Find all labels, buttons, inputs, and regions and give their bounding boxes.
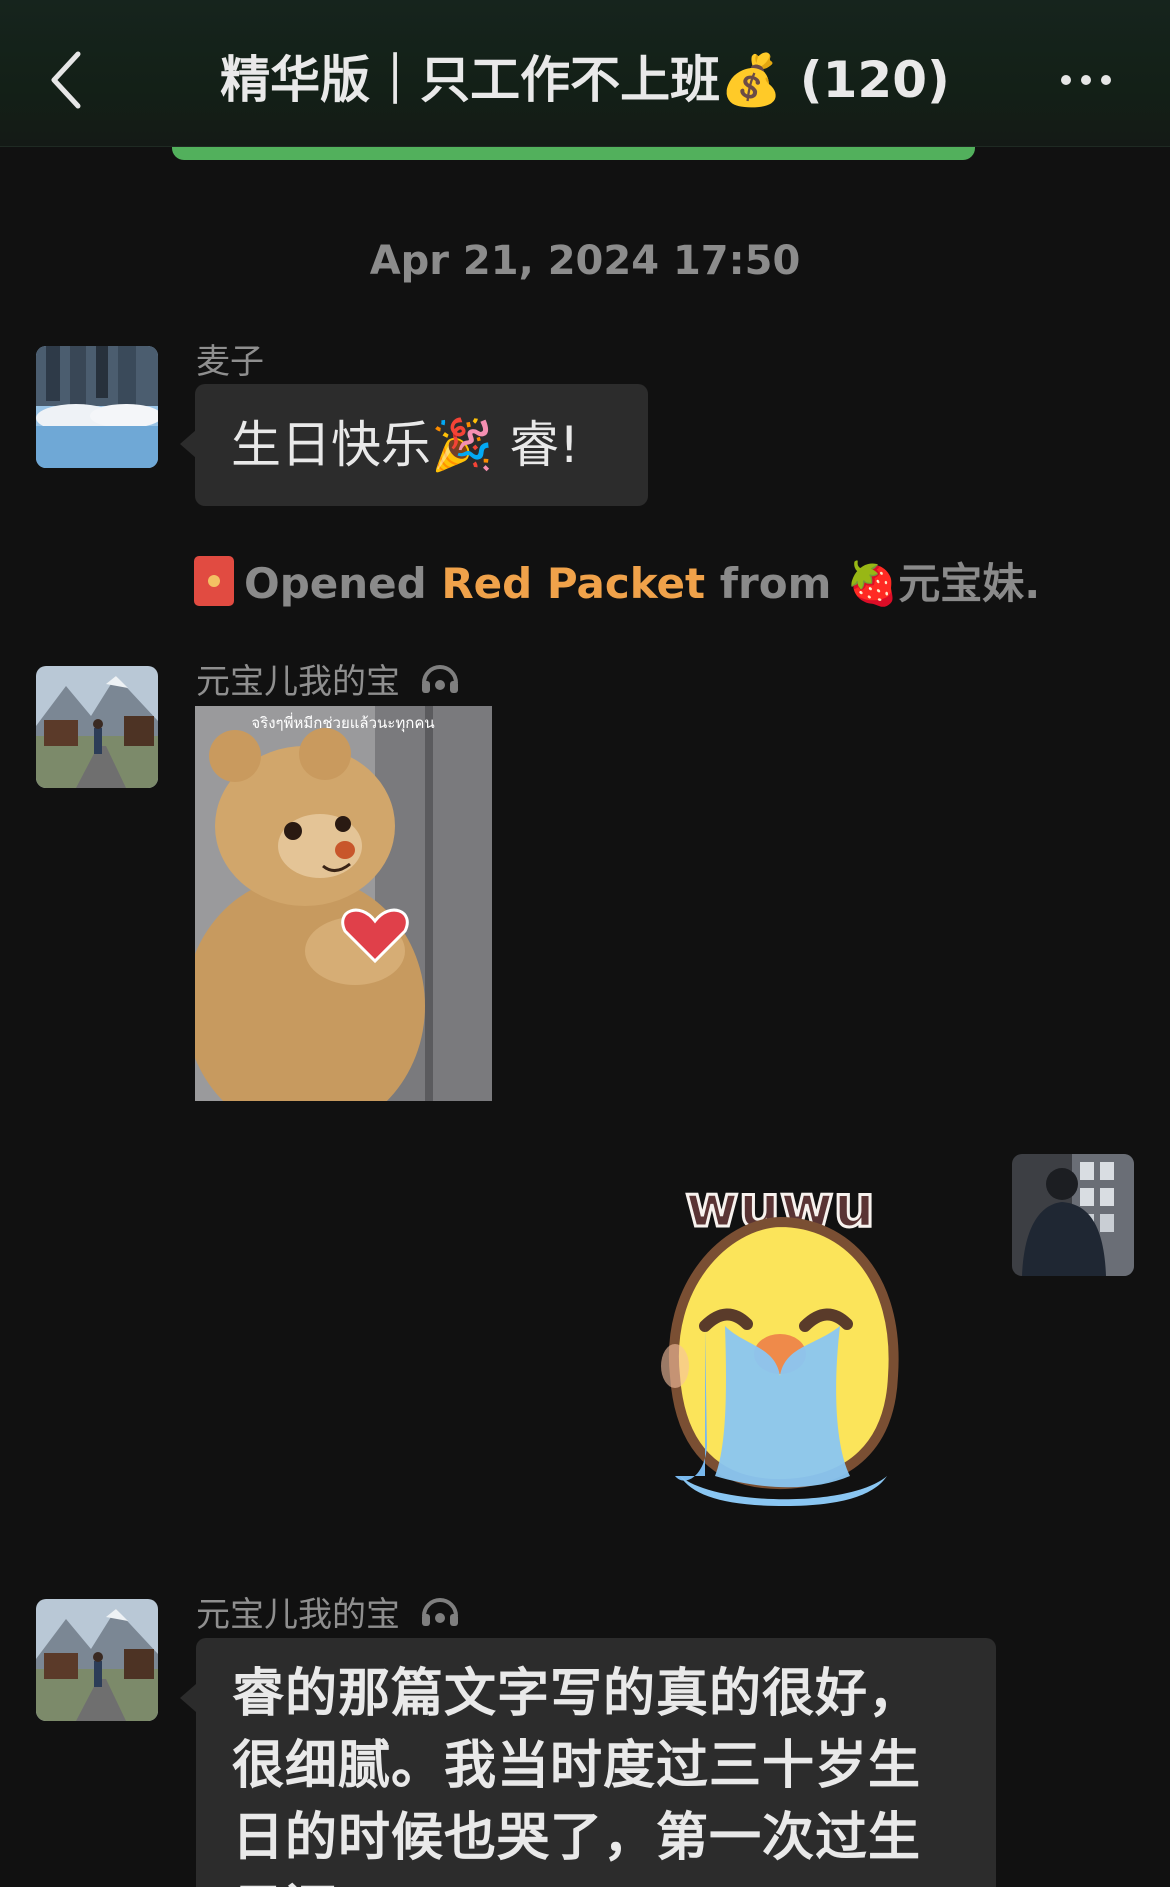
red-packet-notice: Opened Red Packet from 🍓元宝妹. <box>194 550 1040 611</box>
avatar[interactable] <box>36 346 158 468</box>
message-bubble[interactable]: 睿的那篇文字写的真的很好，很细腻。我当时度过三十岁生日的时候也哭了，第一次过生日… <box>196 1638 996 1887</box>
bear-sticker[interactable]: จริงๆพี่หมีกช่วยแล้วนะทุกคน <box>195 706 492 1101</box>
avatar-image <box>36 1599 158 1721</box>
my-avatar[interactable] <box>1012 1154 1134 1276</box>
bear-sticker-image: จริงๆพี่หมีกช่วยแล้วนะทุกคน <box>195 706 492 1101</box>
bubble-tail <box>180 430 196 458</box>
red-packet-link[interactable]: Red Packet <box>441 559 705 608</box>
chevron-left-icon <box>51 51 81 109</box>
message-timestamp: Apr 21, 2024 17:50 <box>369 238 801 284</box>
crying-sticker-image: wuwu <box>661 1176 899 1506</box>
red-packet-icon <box>194 556 234 606</box>
message-bubble[interactable]: 生日快乐🎉 睿! <box>195 384 648 506</box>
more-options-button[interactable] <box>1046 60 1126 100</box>
sender-name: 元宝儿我的宝 <box>196 654 462 706</box>
notice-suffix: from 🍓元宝妹. <box>719 559 1041 608</box>
sender-name: 麦子 <box>196 342 264 382</box>
sticker-caption: จริงๆพี่หมีกช่วยแล้วนะทุกคน <box>251 712 434 733</box>
bubble-tail <box>180 1684 196 1712</box>
headset-icon <box>418 661 462 706</box>
more-dots-icon <box>1061 75 1071 85</box>
chat-screen: 精华版｜只工作不上班💰 (120) Apr 21, 2024 17:50 麦子 … <box>0 0 1170 1887</box>
avatar[interactable] <box>36 666 158 788</box>
avatar-image <box>36 346 158 468</box>
more-dot <box>1101 75 1111 85</box>
avatar-image <box>36 666 158 788</box>
sender-name-text: 元宝儿我的宝 <box>196 662 400 702</box>
headset-icon <box>418 1594 462 1639</box>
chat-title: 精华版｜只工作不上班💰 (120) <box>220 51 950 109</box>
crying-sticker[interactable]: wuwu <box>635 1176 935 1526</box>
more-dot <box>1081 75 1091 85</box>
avatar[interactable] <box>36 1599 158 1721</box>
sender-name-text: 元宝儿我的宝 <box>196 1595 400 1635</box>
notice-prefix: Opened <box>244 559 427 608</box>
back-button[interactable] <box>36 40 96 120</box>
chat-header: 精华版｜只工作不上班💰 (120) <box>0 0 1170 147</box>
avatar-image <box>1012 1154 1134 1276</box>
sender-name: 元宝儿我的宝 <box>196 1587 462 1639</box>
